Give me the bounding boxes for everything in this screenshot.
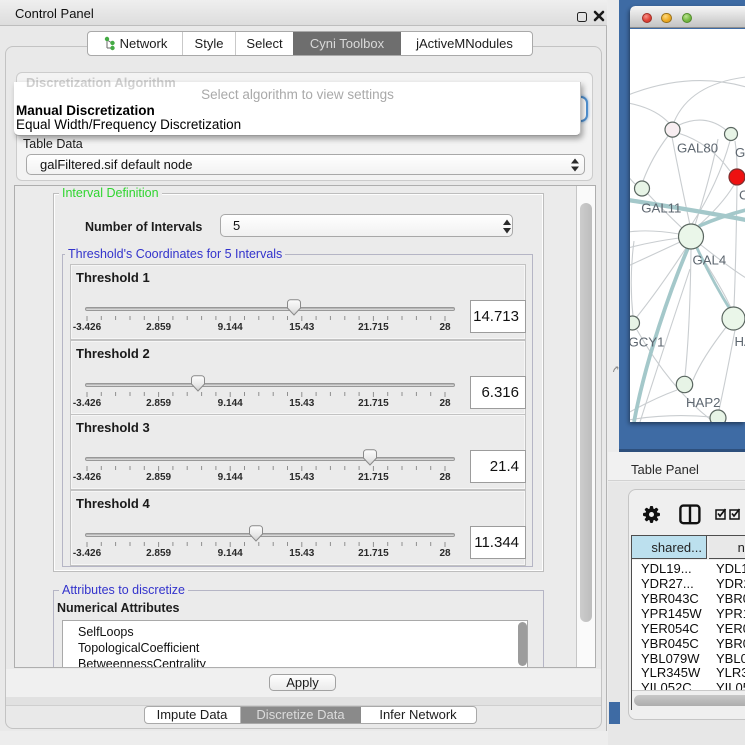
svg-text:GAL11: GAL11 xyxy=(641,201,681,216)
svg-text:GAL80: GAL80 xyxy=(677,141,718,156)
svg-text:HAP2: HAP2 xyxy=(686,395,720,410)
svg-text:HA: HA xyxy=(735,334,745,349)
svg-text:GCY1: GCY1 xyxy=(630,335,664,350)
svg-text:C: C xyxy=(739,188,745,203)
svg-text:GAL4: GAL4 xyxy=(693,253,727,268)
svg-text:GA: GA xyxy=(735,145,745,160)
